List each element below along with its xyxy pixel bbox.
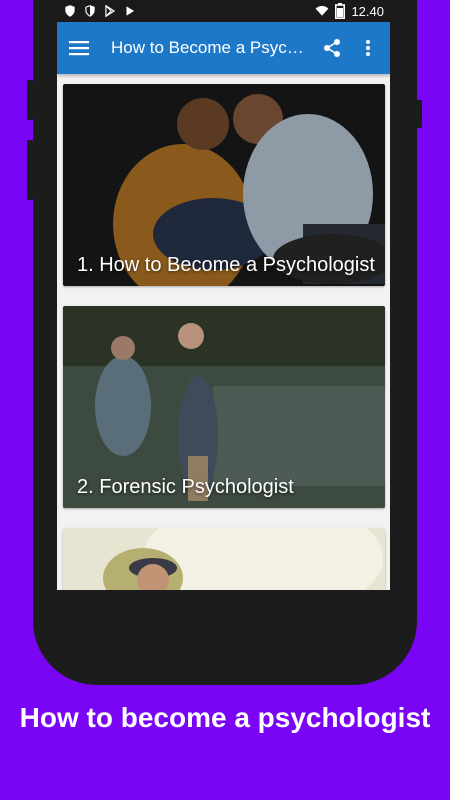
phone-side-button bbox=[27, 80, 33, 120]
battery-icon bbox=[335, 3, 346, 19]
share-icon[interactable] bbox=[320, 36, 344, 60]
app-bar: How to Become a Psychologist bbox=[57, 22, 390, 74]
phone-side-button bbox=[27, 140, 33, 200]
shield-icon bbox=[65, 5, 75, 17]
wifi-icon bbox=[316, 6, 329, 16]
play-store-icon bbox=[105, 4, 116, 18]
more-vert-icon[interactable] bbox=[356, 36, 380, 60]
status-time: 12.40 bbox=[351, 3, 384, 19]
card-title: 1. How to Become a Psychologist bbox=[77, 254, 375, 276]
article-card[interactable]: 1. How to Become a Psychologist bbox=[63, 84, 385, 286]
article-card[interactable]: 2. Forensic Psychologist bbox=[63, 306, 385, 508]
card-title: 2. Forensic Psychologist bbox=[77, 476, 294, 498]
hamburger-menu-icon[interactable] bbox=[67, 36, 91, 60]
shield-icon bbox=[85, 5, 95, 17]
play-icon bbox=[126, 6, 135, 16]
elderly-man-photo bbox=[63, 528, 385, 590]
phone-side-button bbox=[416, 100, 422, 128]
promo-caption: How to become a psychologist bbox=[19, 702, 431, 733]
app-bar-title: How to Become a Psychologist bbox=[111, 38, 311, 57]
status-bar: 12.40 bbox=[57, 0, 390, 22]
article-card[interactable] bbox=[63, 528, 385, 590]
article-list: 1. How to Become a Psychologist 2. Foren… bbox=[57, 74, 390, 590]
phone-screen: 12.40 How to Become a Psychologist bbox=[57, 0, 390, 590]
